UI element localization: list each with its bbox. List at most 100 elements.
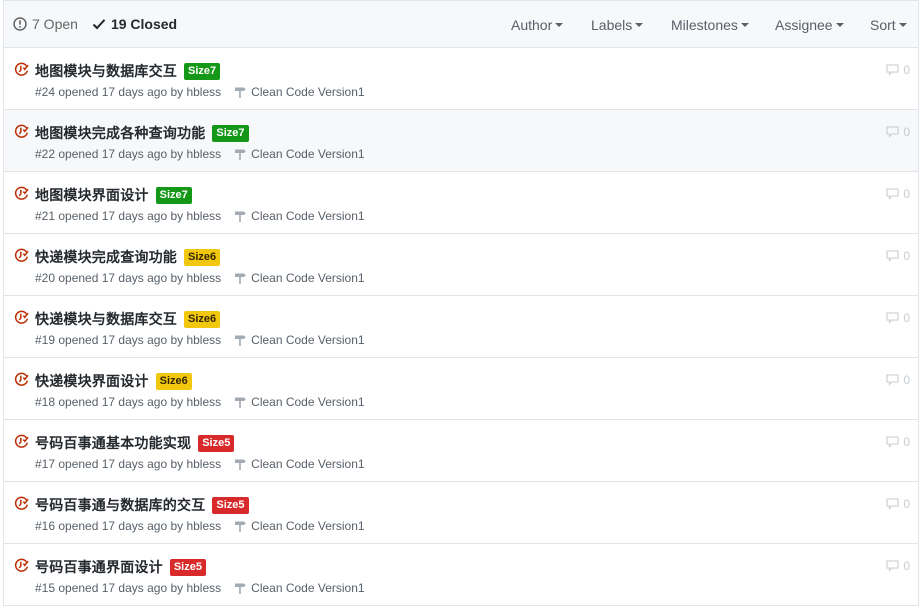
issue-row[interactable]: 地图模块完成各种查询功能 Size7 #22 opened 17 days ag… (4, 110, 918, 172)
closed-issues-count: 19 Closed (110, 16, 178, 32)
issue-label[interactable]: Size7 (212, 124, 249, 142)
issue-row[interactable]: 号码百事通界面设计 Size5 #15 opened 17 days ago b… (4, 544, 918, 606)
comments-link[interactable]: 0 (886, 63, 910, 77)
milestone-icon (235, 459, 246, 470)
issue-meta: #17 opened 17 days ago by hbless (35, 457, 222, 471)
issue-opened-icon (13, 17, 27, 31)
issue-row[interactable]: 号码百事通与数据库的交互 Size5 #16 opened 17 days ag… (4, 482, 918, 544)
comment-count: 0 (903, 187, 910, 201)
issue-label[interactable]: Size6 (155, 372, 192, 390)
comments-link[interactable]: 0 (886, 187, 910, 201)
issue-label[interactable]: Size5 (198, 434, 235, 452)
comments-link[interactable]: 0 (886, 125, 910, 139)
milestone-icon (235, 87, 246, 98)
chevron-down-icon (740, 23, 749, 28)
milestones-filter[interactable]: Milestones (671, 17, 749, 33)
issue-title-link[interactable]: 地图模块界面设计 (35, 185, 149, 205)
comments-link[interactable]: 0 (886, 249, 910, 263)
issue-title-link[interactable]: 快递模块界面设计 (35, 371, 149, 391)
sort-filter[interactable]: Sort (870, 17, 907, 33)
comment-count: 0 (903, 373, 910, 387)
comment-icon (886, 436, 899, 448)
milestone-link[interactable]: Clean Code Version1 (234, 457, 365, 471)
comments-link[interactable]: 0 (886, 559, 910, 573)
issue-row[interactable]: 快递模块与数据库交互 Size6 #19 opened 17 days ago … (4, 296, 918, 358)
milestone-label: Clean Code Version1 (251, 457, 365, 471)
milestone-link[interactable]: Clean Code Version1 (234, 395, 365, 409)
milestone-icon (235, 335, 246, 346)
issue-meta: #19 opened 17 days ago by hbless (35, 333, 222, 347)
milestone-label: Clean Code Version1 (251, 333, 365, 347)
milestone-link[interactable]: Clean Code Version1 (234, 85, 365, 99)
issues-list-header: 7 Open 19 Closed Author Labels Milestone… (4, 1, 918, 48)
author-filter[interactable]: Author (511, 17, 564, 33)
issue-label[interactable]: Size5 (212, 496, 249, 514)
milestone-link[interactable]: Clean Code Version1 (234, 147, 365, 161)
issue-row[interactable]: 快递模块完成查询功能 Size6 #20 opened 17 days ago … (4, 234, 918, 296)
issue-row[interactable]: 地图模块与数据库交互 Size7 #24 opened 17 days ago … (4, 48, 918, 110)
comments-link[interactable]: 0 (886, 311, 910, 325)
milestone-label: Clean Code Version1 (251, 271, 365, 285)
comment-icon (886, 374, 899, 386)
issue-meta: #15 opened 17 days ago by hbless (35, 581, 222, 595)
comments-link[interactable]: 0 (886, 435, 910, 449)
chevron-down-icon (555, 23, 564, 28)
comment-icon (886, 188, 899, 200)
milestone-label: Clean Code Version1 (251, 519, 365, 533)
issue-meta: #22 opened 17 days ago by hbless (35, 147, 222, 161)
milestone-icon (235, 397, 246, 408)
issue-title-link[interactable]: 号码百事通与数据库的交互 (35, 495, 205, 515)
issue-closed-icon (14, 434, 29, 448)
issues-list-box: 7 Open 19 Closed Author Labels Milestone… (3, 0, 919, 606)
issue-row[interactable]: 快递模块界面设计 Size6 #18 opened 17 days ago by… (4, 358, 918, 420)
issue-meta: #21 opened 17 days ago by hbless (35, 209, 222, 223)
chevron-down-icon (898, 23, 907, 28)
issue-label[interactable]: Size6 (184, 310, 221, 328)
comment-icon (886, 64, 899, 76)
milestone-label: Clean Code Version1 (251, 395, 365, 409)
issue-title-link[interactable]: 快递模块与数据库交互 (35, 309, 177, 329)
comment-count: 0 (903, 125, 910, 139)
comment-count: 0 (903, 63, 910, 77)
milestone-icon (235, 149, 246, 160)
chevron-down-icon (835, 23, 844, 28)
chevron-down-icon (635, 23, 644, 28)
comment-count: 0 (903, 497, 910, 511)
issue-closed-icon (14, 372, 29, 386)
issue-closed-icon (14, 186, 29, 200)
issue-row[interactable]: 号码百事通基本功能实现 Size5 #17 opened 17 days ago… (4, 420, 918, 482)
comments-link[interactable]: 0 (886, 373, 910, 387)
issue-label[interactable]: Size5 (169, 558, 206, 576)
labels-filter[interactable]: Labels (591, 17, 644, 33)
comment-icon (886, 312, 899, 324)
comment-count: 0 (903, 311, 910, 325)
comment-count: 0 (903, 249, 910, 263)
open-issues-tab[interactable]: 7 Open (13, 16, 78, 32)
milestone-link[interactable]: Clean Code Version1 (234, 519, 365, 533)
milestone-icon (235, 273, 246, 284)
milestone-link[interactable]: Clean Code Version1 (234, 271, 365, 285)
issue-meta: #16 opened 17 days ago by hbless (35, 519, 222, 533)
issue-closed-icon (14, 248, 29, 262)
issue-title-link[interactable]: 快递模块完成查询功能 (35, 247, 177, 267)
issue-label[interactable]: Size7 (155, 186, 192, 204)
milestone-icon (235, 211, 246, 222)
issues-list: 地图模块与数据库交互 Size7 #24 opened 17 days ago … (4, 48, 918, 606)
milestone-link[interactable]: Clean Code Version1 (234, 333, 365, 347)
state-toggle: 7 Open 19 Closed (4, 16, 191, 32)
milestone-label: Clean Code Version1 (251, 147, 365, 161)
sort-filter-label: Sort (870, 17, 896, 33)
closed-issues-tab[interactable]: 19 Closed (92, 16, 177, 32)
milestone-link[interactable]: Clean Code Version1 (234, 581, 365, 595)
milestone-link[interactable]: Clean Code Version1 (234, 209, 365, 223)
issue-title-link[interactable]: 地图模块与数据库交互 (35, 61, 177, 81)
issue-title-link[interactable]: 地图模块完成各种查询功能 (35, 123, 205, 143)
issue-label[interactable]: Size7 (184, 62, 221, 80)
issue-title-link[interactable]: 号码百事通基本功能实现 (35, 433, 191, 453)
issue-title-link[interactable]: 号码百事通界面设计 (35, 557, 163, 577)
comments-link[interactable]: 0 (886, 497, 910, 511)
issue-label[interactable]: Size6 (184, 248, 221, 266)
comment-icon (886, 560, 899, 572)
issue-row[interactable]: 地图模块界面设计 Size7 #21 opened 17 days ago by… (4, 172, 918, 234)
assignee-filter[interactable]: Assignee (775, 17, 844, 33)
